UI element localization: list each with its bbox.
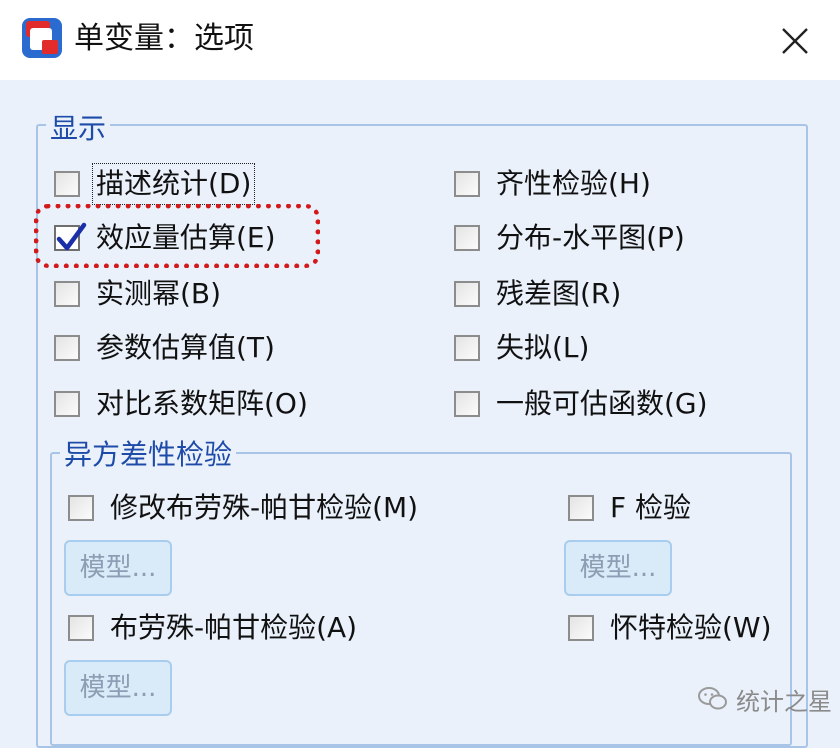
checkbox-box-checked[interactable] xyxy=(54,222,87,251)
display-group-legend: 显示 xyxy=(46,112,111,146)
model-button-breusch-pagan[interactable]: 模型... xyxy=(64,660,172,716)
title-bar: 单变量：选项 xyxy=(0,0,840,80)
checkbox-box[interactable] xyxy=(568,615,594,641)
checkbox-label: 失拟(L) xyxy=(496,331,590,364)
checkbox-residual-plot[interactable]: 残差图(R) xyxy=(454,274,621,314)
checkbox-modified-breusch-pagan[interactable]: 修改布劳殊-帕甘检验(M) xyxy=(68,488,418,528)
watermark-text: 统计之星 xyxy=(736,687,832,716)
wechat-icon xyxy=(698,687,727,710)
checkbox-box[interactable] xyxy=(54,281,80,307)
checkbox-box[interactable] xyxy=(54,171,80,197)
checkbox-descriptive-stats[interactable]: 描述统计(D) xyxy=(54,163,256,205)
checkbox-f-test[interactable]: F 检验 xyxy=(568,488,691,528)
checkbox-box[interactable] xyxy=(454,281,480,307)
checkbox-parameter-estimates[interactable]: 参数估算值(T) xyxy=(54,328,275,368)
window-title: 单变量：选项 xyxy=(74,21,254,56)
checkbox-box[interactable] xyxy=(568,495,594,521)
checkbox-effect-size[interactable]: 效应量估算(E) xyxy=(54,218,276,258)
heteroskedasticity-group-legend: 异方差性检验 xyxy=(60,438,237,472)
checkbox-label: 齐性检验(H) xyxy=(496,167,651,200)
checkbox-observed-power[interactable]: 实测幂(B) xyxy=(54,274,221,314)
checkbox-box[interactable] xyxy=(454,171,480,197)
checkbox-box[interactable] xyxy=(68,615,94,641)
checkbox-lack-of-fit[interactable]: 失拟(L) xyxy=(454,328,589,368)
checkbox-box[interactable] xyxy=(68,495,94,521)
checkbox-label: 参数估算值(T) xyxy=(96,331,275,364)
checkbox-box[interactable] xyxy=(454,391,480,417)
app-icon xyxy=(22,18,62,58)
checkbox-white-test[interactable]: 怀特检验(W) xyxy=(568,608,772,648)
checkbox-label: 怀特检验(W) xyxy=(610,611,772,644)
checkbox-homogeneity-test[interactable]: 齐性检验(H) xyxy=(454,164,651,204)
checkbox-box[interactable] xyxy=(454,335,480,361)
checkbox-label: 实测幂(B) xyxy=(96,277,222,310)
checkbox-spread-level-plot[interactable]: 分布-水平图(P) xyxy=(454,218,685,258)
watermark: 统计之星 xyxy=(698,682,832,716)
checkbox-label: 描述统计(D) xyxy=(91,163,256,205)
checkbox-label: 对比系数矩阵(O) xyxy=(96,387,308,420)
checkbox-box[interactable] xyxy=(54,335,80,361)
checkbox-box[interactable] xyxy=(454,225,480,251)
close-icon xyxy=(782,28,808,54)
checkbox-label: 效应量估算(E) xyxy=(96,221,276,254)
checkbox-label: 修改布劳殊-帕甘检验(M) xyxy=(110,491,419,524)
checkbox-contrast-matrix[interactable]: 对比系数矩阵(O) xyxy=(54,384,308,424)
close-button[interactable] xyxy=(774,20,816,62)
checkbox-label: 残差图(R) xyxy=(496,277,622,310)
checkmark-icon xyxy=(56,222,87,251)
checkbox-breusch-pagan[interactable]: 布劳殊-帕甘检验(A) xyxy=(68,608,357,648)
checkbox-box[interactable] xyxy=(54,391,80,417)
model-button-f-test[interactable]: 模型... xyxy=(564,540,672,596)
model-button-modified-breusch-pagan[interactable]: 模型... xyxy=(64,540,172,596)
checkbox-label: 一般可估函数(G) xyxy=(496,387,708,420)
checkbox-label: 分布-水平图(P) xyxy=(496,221,685,254)
checkbox-general-estimable-function[interactable]: 一般可估函数(G) xyxy=(454,384,708,424)
checkbox-label: 布劳殊-帕甘检验(A) xyxy=(110,611,358,644)
checkbox-label: F 检验 xyxy=(610,491,692,524)
